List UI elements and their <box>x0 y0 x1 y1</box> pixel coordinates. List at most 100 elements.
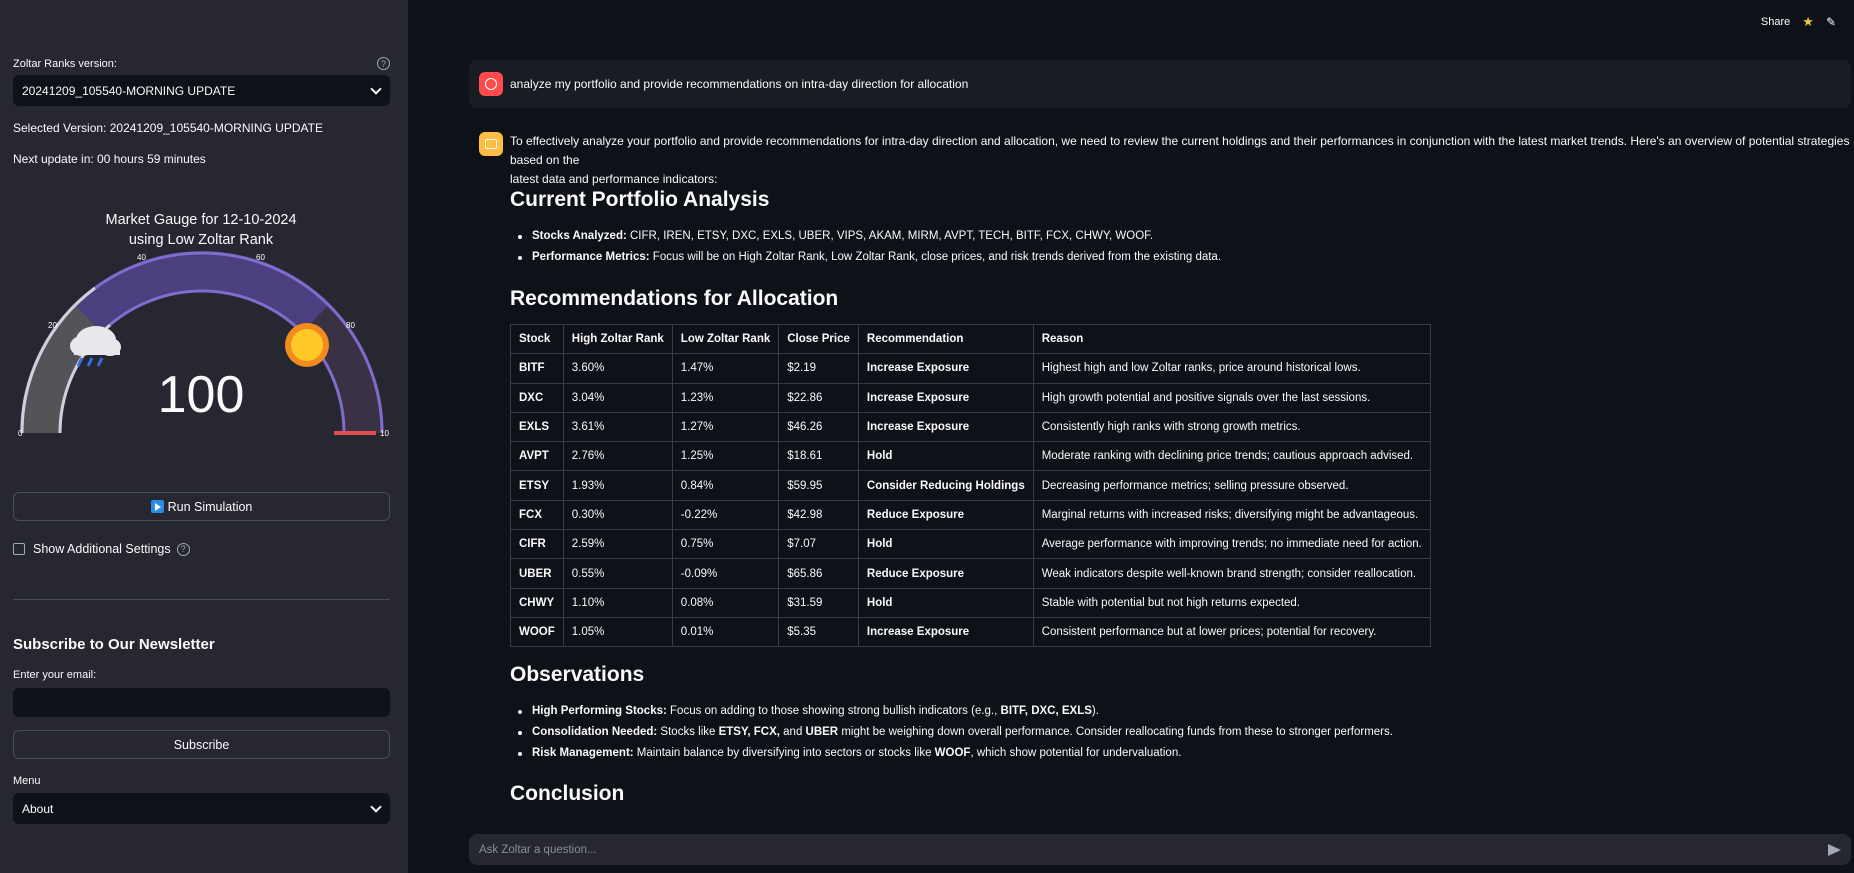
col-low-rank: Low Zoltar Rank <box>671 323 780 355</box>
table-cell: DXC <box>510 382 564 413</box>
table-cell: Decreasing performance metrics; selling … <box>1032 470 1431 501</box>
table-cell: 1.93% <box>562 470 673 501</box>
observations-list: High Performing Stocks: Focus on adding … <box>510 701 1393 764</box>
table-cell: Reduce Exposure <box>857 558 1034 589</box>
help-icon[interactable]: ? <box>377 57 390 70</box>
version-select-value: 20241209_105540-MORNING UPDATE <box>22 83 236 98</box>
table-cell: $65.86 <box>778 558 859 589</box>
heading-recommendations: Recommendations for Allocation <box>510 287 839 310</box>
table-cell: FCX <box>510 499 564 531</box>
heading-current-portfolio: Current Portfolio Analysis <box>510 188 770 211</box>
table-cell: Increase Exposure <box>857 411 1034 443</box>
user-message-text: analyze my portfolio and provide recomme… <box>510 77 969 91</box>
table-cell: High growth potential and positive signa… <box>1032 382 1431 413</box>
table-header-row: Stock High Zoltar Rank Low Zoltar Rank C… <box>510 323 1431 355</box>
heading-observations: Observations <box>510 663 645 686</box>
sidebar-divider <box>13 599 390 600</box>
table-cell: Stable with potential but not high retur… <box>1032 587 1431 618</box>
table-cell: 2.59% <box>562 529 673 560</box>
newsletter-heading: Subscribe to Our Newsletter <box>13 636 215 653</box>
subscribe-button[interactable]: Subscribe <box>13 730 390 759</box>
email-input[interactable] <box>13 688 390 717</box>
table-cell: -0.09% <box>671 558 780 589</box>
menu-label: Menu <box>13 775 41 787</box>
table-cell: CHWY <box>510 587 564 618</box>
chat-input[interactable]: Ask Zoltar a question... <box>469 834 1851 865</box>
col-close-price: Close Price <box>778 323 859 355</box>
table-cell: Weak indicators despite well-known brand… <box>1032 558 1431 589</box>
intro-line1: To effectively analyze your portfolio an… <box>510 134 1850 167</box>
table-cell: 3.60% <box>562 353 673 384</box>
table-cell: 1.23% <box>671 382 780 413</box>
table-cell: 2.76% <box>562 441 673 472</box>
user-message: analyze my portfolio and provide recomme… <box>469 60 1851 108</box>
next-update-text: Next update in: 00 hours 59 minutes <box>13 152 206 166</box>
table-cell: 1.47% <box>671 353 780 384</box>
table-cell: 0.08% <box>671 587 780 618</box>
table-cell: Average performance with improving trend… <box>1032 529 1431 560</box>
menu-select-value: About <box>22 801 54 816</box>
list-item: Stocks Analyzed: CIFR, IREN, ETSY, DXC, … <box>510 226 1221 247</box>
user-avatar-icon <box>479 72 503 96</box>
table-cell: 0.75% <box>671 529 780 560</box>
additional-settings-row[interactable]: Show Additional Settings ? <box>13 542 190 556</box>
table-cell: ETSY <box>510 470 564 501</box>
table-cell: CIFR <box>510 529 564 560</box>
table-row: EXLS 3.61% 1.27% $46.26 Increase Exposure Con… <box>510 411 1431 443</box>
table-cell: UBER <box>510 558 564 589</box>
share-button[interactable]: Share <box>1761 16 1790 28</box>
table-cell: 1.27% <box>671 411 780 443</box>
table-cell: $42.98 <box>778 499 859 531</box>
menu-select[interactable]: About <box>13 793 390 824</box>
table-cell: $22.86 <box>778 382 859 413</box>
table-cell: Consistently high ranks with strong grow… <box>1032 411 1431 443</box>
table-cell: Marginal returns with increased risks; d… <box>1032 499 1431 531</box>
table-cell: Hold <box>857 441 1034 472</box>
table-row: UBER 0.55% -0.09% $65.86 Reduce Exposure Weak… <box>510 558 1431 589</box>
table-cell: $18.61 <box>778 441 859 472</box>
help-icon[interactable]: ? <box>176 542 190 556</box>
table-cell: $46.26 <box>778 411 859 443</box>
table-cell: 1.05% <box>562 616 673 648</box>
gauge-tick-80: 80 <box>346 321 355 330</box>
play-icon <box>150 500 164 513</box>
pencil-icon[interactable]: ✎ <box>1826 15 1836 29</box>
gauge-tick-100: 10 <box>380 429 389 438</box>
intro-line2: latest data and performance indicators: <box>510 172 718 186</box>
chevron-down-icon <box>370 800 382 813</box>
table-cell: Hold <box>857 587 1034 618</box>
table-cell: Increase Exposure <box>857 353 1034 384</box>
run-simulation-button[interactable]: Run Simulation <box>13 492 390 521</box>
chevron-down-icon <box>370 82 382 95</box>
list-item: High Performing Stocks: Focus on adding … <box>510 701 1393 722</box>
table-row: FCX 0.30% -0.22% $42.98 Reduce Exposure Margi… <box>510 499 1431 531</box>
additional-settings-checkbox[interactable] <box>13 543 25 555</box>
recommendations-table: Stock High Zoltar Rank Low Zoltar Rank C… <box>510 323 1431 648</box>
sidebar: Zoltar Ranks version: ? 20241209_105540-… <box>0 0 408 873</box>
email-label: Enter your email: <box>13 669 97 681</box>
table-cell: Increase Exposure <box>857 616 1034 648</box>
table-row: WOOF 1.05% 0.01% $5.35 Increase Exposure Cons… <box>510 616 1431 648</box>
list-item: Consolidation Needed: Stocks like ETSY, … <box>510 722 1393 743</box>
run-simulation-label: Run Simulation <box>167 499 253 514</box>
gauge-tick-0: 0 <box>18 429 23 438</box>
gauge-value: 100 <box>157 366 245 424</box>
table-row: CHWY 1.10% 0.08% $31.59 Hold Stable with pote… <box>510 587 1431 618</box>
col-reason: Reason <box>1032 323 1431 355</box>
table-cell: $7.07 <box>778 529 859 560</box>
table-cell: Moderate ranking with declining price tr… <box>1032 441 1431 472</box>
version-label: Zoltar Ranks version: <box>13 57 117 70</box>
table-cell: 3.61% <box>562 411 673 443</box>
table-cell: $59.95 <box>778 470 859 501</box>
selected-version-text: Selected Version: 20241209_105540-MORNIN… <box>13 121 323 135</box>
table-cell: -0.22% <box>671 499 780 531</box>
table-cell: 1.25% <box>671 441 780 472</box>
table-cell: 3.04% <box>562 382 673 413</box>
additional-settings-label: Show Additional Settings <box>33 542 171 556</box>
gauge-tick-60: 60 <box>256 253 265 262</box>
version-select[interactable]: 20241209_105540-MORNING UPDATE <box>13 75 390 106</box>
star-icon[interactable]: ★ <box>1802 14 1814 30</box>
col-recommendation: Recommendation <box>857 323 1034 355</box>
table-cell: Hold <box>857 529 1034 560</box>
send-icon[interactable] <box>1828 843 1841 856</box>
